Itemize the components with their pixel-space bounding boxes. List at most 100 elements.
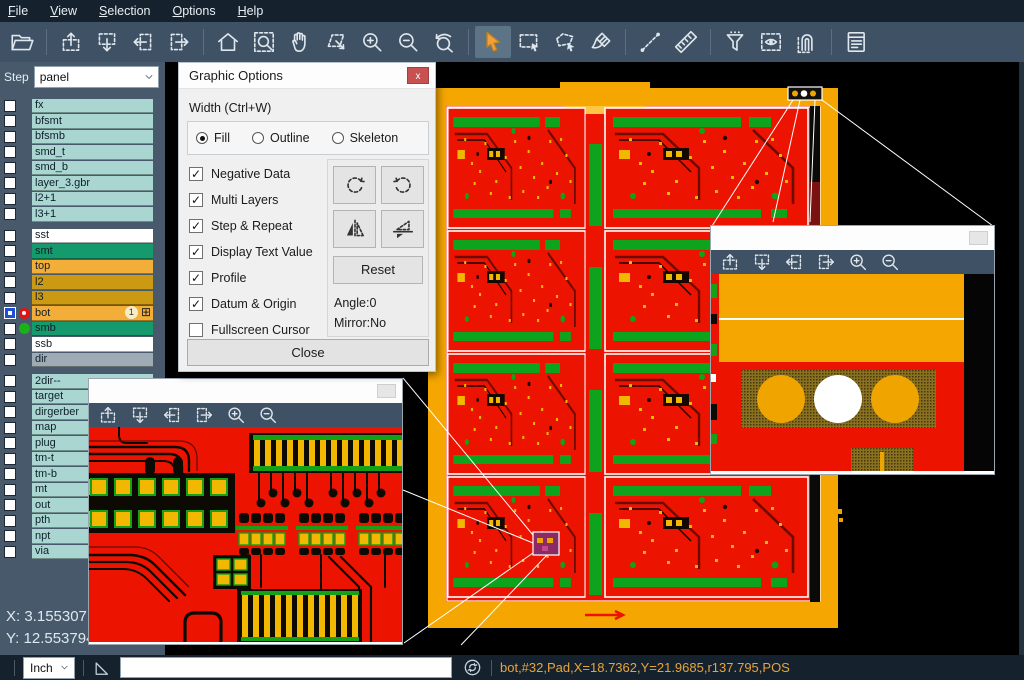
radio-dot[interactable] (252, 132, 264, 144)
checkbox-box[interactable]: ✓ (189, 219, 203, 233)
origin-top-button[interactable] (93, 403, 123, 427)
layer-visibility-checkbox[interactable] (4, 162, 16, 174)
layer-visibility-checkbox[interactable] (4, 307, 16, 319)
layer-name-cell[interactable]: smd_b (32, 161, 153, 176)
close-button[interactable]: Close (187, 339, 429, 366)
layer-visibility-checkbox[interactable] (4, 276, 16, 288)
home-view-button[interactable] (210, 26, 246, 58)
layer-visibility-checkbox[interactable] (4, 115, 16, 127)
layer-name-cell[interactable]: bot1⊞ (32, 306, 153, 321)
zoom-in-button[interactable] (354, 26, 390, 58)
open-button[interactable] (4, 26, 40, 58)
select-pointer-button[interactable] (475, 26, 511, 58)
layer-visibility-checkbox[interactable] (4, 261, 16, 273)
layer-visibility-checkbox[interactable] (4, 391, 16, 403)
radio-fill[interactable]: Fill (196, 131, 230, 145)
origin-bottom-button[interactable] (125, 403, 155, 427)
measure-ruler-button[interactable] (668, 26, 704, 58)
checkbox-box[interactable]: ✓ (189, 245, 203, 259)
layer-visibility-checkbox[interactable] (4, 437, 16, 449)
menu-selection[interactable]: Selection (99, 4, 150, 18)
layer-visibility-checkbox[interactable] (4, 375, 16, 387)
layer-visibility-checkbox[interactable] (4, 177, 16, 189)
zoom-window-detail[interactable] (88, 378, 403, 645)
layer-visibility-checkbox[interactable] (4, 230, 16, 242)
layer-visibility-checkbox[interactable] (4, 323, 16, 335)
layer-name-cell[interactable]: smd_t (32, 145, 153, 160)
origin-left-button[interactable] (125, 26, 161, 58)
zoom-window-titlebar[interactable] (89, 379, 402, 403)
layer-visibility-checkbox[interactable] (4, 354, 16, 366)
dialog-titlebar[interactable]: Graphic Options x (179, 63, 435, 89)
origin-right-button[interactable] (189, 403, 219, 427)
mirror-horizontal-button[interactable] (333, 210, 376, 248)
checkbox-box[interactable]: ✓ (189, 297, 203, 311)
origin-top-button[interactable] (715, 250, 745, 274)
select-rectangle-button[interactable] (511, 26, 547, 58)
layer-visibility-checkbox[interactable] (4, 146, 16, 158)
layer-name-cell[interactable]: smb (32, 322, 153, 337)
checkbox-box[interactable]: ✓ (189, 193, 203, 207)
zoom-out-button[interactable] (390, 26, 426, 58)
menu-options[interactable]: Options (172, 4, 215, 18)
step-repeat-grid-icon[interactable]: ⊞ (141, 306, 151, 319)
layer-name-cell[interactable]: l2+1 (32, 192, 153, 207)
zoom-in-button[interactable] (843, 250, 873, 274)
mirror-vertical-button[interactable] (381, 210, 424, 248)
checkbox-box[interactable] (189, 323, 203, 337)
menu-view[interactable]: View (50, 4, 77, 18)
origin-bottom-button[interactable] (747, 250, 777, 274)
radio-dot[interactable] (332, 132, 344, 144)
layer-visibility-checkbox[interactable] (4, 100, 16, 112)
zoom-in-button[interactable] (221, 403, 251, 427)
zoom-out-button[interactable] (875, 250, 905, 274)
rotate-cw-button[interactable] (333, 166, 376, 204)
layer-name-cell[interactable]: bfsmt (32, 114, 153, 129)
report-button[interactable] (838, 26, 874, 58)
origin-right-button[interactable] (161, 26, 197, 58)
layer-visibility-checkbox[interactable] (4, 484, 16, 496)
layer-visibility-checkbox[interactable] (4, 245, 16, 257)
layer-status-dot[interactable] (19, 308, 30, 319)
checkbox-box[interactable]: ✓ (189, 167, 203, 181)
layer-visibility-checkbox[interactable] (4, 546, 16, 558)
zoom-window-content[interactable] (711, 274, 994, 476)
radio-skeleton[interactable]: Skeleton (332, 131, 399, 145)
layer-visibility-checkbox[interactable] (4, 406, 16, 418)
origin-top-button[interactable] (53, 26, 89, 58)
menu-file[interactable]: File (8, 4, 28, 18)
zoom-window-content[interactable] (89, 427, 402, 647)
layer-name-cell[interactable]: smt (32, 244, 153, 259)
origin-left-button[interactable] (157, 403, 187, 427)
layer-name-cell[interactable]: ssb (32, 337, 153, 352)
menu-help[interactable]: Help (238, 4, 264, 18)
layer-visibility-checkbox[interactable] (4, 338, 16, 350)
layer-visibility-checkbox[interactable] (4, 208, 16, 220)
layer-visibility-checkbox[interactable] (4, 530, 16, 542)
layer-name-cell[interactable]: sst (32, 229, 153, 244)
view-area-button[interactable] (753, 26, 789, 58)
layer-visibility-checkbox[interactable] (4, 292, 16, 304)
checkbox-profile[interactable]: ✓Profile (189, 265, 313, 291)
layer-visibility-checkbox[interactable] (4, 453, 16, 465)
layer-visibility-checkbox[interactable] (4, 422, 16, 434)
layer-visibility-checkbox[interactable] (4, 499, 16, 511)
filter-button[interactable] (717, 26, 753, 58)
layer-name-cell[interactable]: bfsmb (32, 130, 153, 145)
checkbox-box[interactable]: ✓ (189, 271, 203, 285)
snap-button[interactable] (789, 26, 825, 58)
layer-name-cell[interactable]: top (32, 260, 153, 275)
zoom-previous-button[interactable] (426, 26, 462, 58)
pan-button[interactable] (282, 26, 318, 58)
corner-snap-icon[interactable] (92, 658, 112, 678)
brush-button[interactable] (583, 26, 619, 58)
command-input[interactable] (120, 657, 452, 678)
unit-select[interactable]: Inch (23, 657, 75, 679)
layer-visibility-checkbox[interactable] (4, 468, 16, 480)
window-button[interactable] (377, 384, 396, 398)
layer-name-cell[interactable]: l3 (32, 291, 153, 306)
reset-button[interactable]: Reset (333, 256, 423, 284)
zoom-window-pads[interactable] (710, 225, 995, 475)
layer-visibility-checkbox[interactable] (4, 131, 16, 143)
layer-name-cell[interactable]: l2 (32, 275, 153, 290)
